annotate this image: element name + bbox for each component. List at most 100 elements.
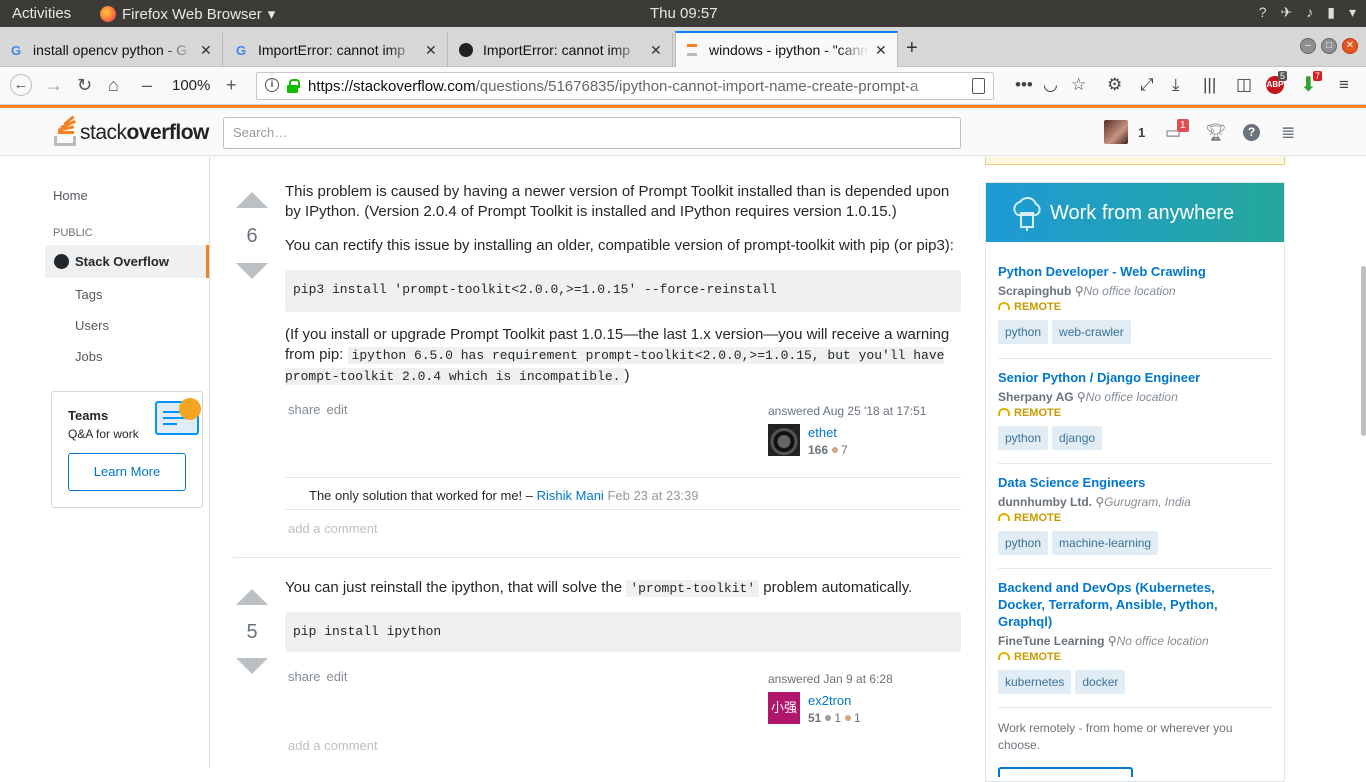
zoom-in-button[interactable]: + <box>226 76 237 94</box>
bookmark-star-icon[interactable]: ☆ <box>1071 76 1086 94</box>
system-tray[interactable]: ? ✈ ♪ ▮ ▾ <box>1259 4 1356 21</box>
stackoverflow-logo[interactable]: stackoverflow <box>54 115 210 146</box>
lock-icon[interactable] <box>287 79 300 93</box>
tag[interactable]: machine-learning <box>1052 531 1159 555</box>
jobs-header[interactable]: Work from anywhere <box>986 183 1284 242</box>
home-button[interactable]: ⌂ <box>108 76 119 94</box>
battery-icon[interactable]: ▮ <box>1327 4 1335 21</box>
tab-importerror-google[interactable]: G ImportError: cannot imp ✕ <box>225 33 448 67</box>
activities-button[interactable]: Activities <box>12 5 71 22</box>
nav-jobs[interactable]: Jobs <box>75 349 102 364</box>
tag[interactable]: python <box>998 531 1049 555</box>
airplane-mode-icon[interactable]: ✈ <box>1281 4 1293 21</box>
maximize-button[interactable]: □ <box>1321 38 1337 54</box>
avatar[interactable] <box>1104 120 1128 144</box>
close-window-button[interactable]: ✕ <box>1342 38 1358 54</box>
user-link[interactable]: ethet <box>808 425 837 440</box>
edit-link[interactable]: edit <box>327 669 348 684</box>
fullscreen-icon[interactable]: ⤢ <box>1140 76 1154 94</box>
tag[interactable]: python <box>998 320 1049 344</box>
remote-badge: REMOTE <box>998 407 1278 419</box>
pocket-icon[interactable]: ◡ <box>1043 76 1058 94</box>
edit-link[interactable]: edit <box>327 402 348 417</box>
tag[interactable]: kubernetes <box>998 670 1072 694</box>
tag[interactable]: web-crawler <box>1052 320 1131 344</box>
job-listing[interactable]: Backend and DevOps (Kubernetes, Docker, … <box>998 579 1238 694</box>
zoom-out-button[interactable]: – <box>142 76 152 94</box>
downvote-button[interactable] <box>236 658 268 674</box>
new-tab-button[interactable]: + <box>906 37 918 60</box>
cloud-icon <box>1013 197 1041 231</box>
achievements-trophy-icon[interactable]: 🏆︎ <box>1205 124 1227 141</box>
back-button[interactable]: ← <box>10 74 32 96</box>
wifi-icon <box>998 513 1010 521</box>
close-tab-icon[interactable]: ✕ <box>425 42 439 59</box>
job-title[interactable]: Senior Python / Django Engineer <box>998 369 1278 386</box>
settings-gear-icon[interactable]: ⚙ <box>1107 76 1122 94</box>
page-scrollbar-thumb[interactable] <box>1361 266 1366 436</box>
info-icon[interactable]: i <box>265 78 279 92</box>
downloads-icon[interactable]: ⤓ <box>1172 76 1180 94</box>
learn-more-button[interactable]: Learn More <box>68 453 186 491</box>
job-company: Sherpany AG ⚲No office location <box>998 390 1178 404</box>
zoom-level[interactable]: 100% <box>172 77 210 94</box>
share-link[interactable]: share <box>288 402 321 417</box>
close-tab-icon[interactable]: ✕ <box>875 42 889 59</box>
hamburger-menu-icon[interactable]: ≡ <box>1339 76 1349 94</box>
avatar[interactable]: 小强 <box>768 692 800 724</box>
url-text[interactable]: https://stackoverflow.com/questions/5167… <box>308 78 942 95</box>
user-link[interactable]: ex2tron <box>808 693 851 708</box>
job-listing[interactable]: Senior Python / Django Engineer Sherpany… <box>998 369 1278 450</box>
url-bar[interactable]: i https://stackoverflow.com/questions/51… <box>256 72 994 100</box>
tab-title: install opencv python - G <box>33 42 188 58</box>
answer-paragraph: You can just reinstall the ipython, that… <box>285 579 913 597</box>
share-link[interactable]: share <box>288 669 321 684</box>
add-comment-link[interactable]: add a comment <box>288 738 378 753</box>
close-tab-icon[interactable]: ✕ <box>650 42 664 59</box>
page-actions-icon[interactable]: ••• <box>1015 76 1033 94</box>
tab-stackoverflow-active[interactable]: windows - ipython - "cann ✕ <box>675 31 898 67</box>
reload-button[interactable]: ↻ <box>77 76 92 94</box>
library-icon[interactable]: ||| <box>1203 76 1216 94</box>
sidebar-icon[interactable]: ◫ <box>1236 76 1252 94</box>
tag[interactable]: docker <box>1075 670 1126 694</box>
tag[interactable]: django <box>1052 426 1103 450</box>
chevron-down-icon[interactable]: ▾ <box>1349 4 1356 21</box>
nav-home[interactable]: Home <box>53 188 88 203</box>
volume-icon[interactable]: ♪ <box>1306 4 1313 21</box>
close-tab-icon[interactable]: ✕ <box>200 42 214 59</box>
upvote-button[interactable] <box>236 589 268 605</box>
job-listing[interactable]: Data Science Engineers dunnhumby Ltd. ⚲G… <box>998 474 1278 555</box>
search-input[interactable]: Search… <box>223 117 961 149</box>
comment-user-link[interactable]: Rishik Mani <box>537 488 604 503</box>
job-listing[interactable]: Python Developer - Web Crawling Scraping… <box>998 263 1278 344</box>
upvote-button[interactable] <box>236 192 268 208</box>
chevron-down-icon: ▾ <box>267 6 276 23</box>
add-comment-link[interactable]: add a comment <box>288 521 378 536</box>
user-profile-link[interactable]: 1 <box>1104 120 1145 144</box>
nav-stack-overflow[interactable]: Stack Overflow <box>45 245 209 278</box>
help-icon[interactable]: ? <box>1243 124 1260 141</box>
minimize-button[interactable]: – <box>1300 38 1316 54</box>
tab-opencv[interactable]: G install opencv python - G ✕ <box>0 33 223 67</box>
jobs-footer-button[interactable] <box>998 767 1133 777</box>
divider <box>998 707 1272 708</box>
answered-timestamp: answered Aug 25 '18 at 17:51 <box>768 404 927 418</box>
app-menu[interactable]: Firefox Web Browser ▾ <box>100 5 275 23</box>
nav-users[interactable]: Users <box>75 318 109 333</box>
job-title[interactable]: Data Science Engineers <box>998 474 1278 491</box>
reader-view-icon[interactable] <box>972 78 985 94</box>
tag[interactable]: python <box>998 426 1049 450</box>
tab-importerror-github[interactable]: ImportError: cannot imp ✕ <box>450 33 673 67</box>
padlock-icon <box>179 398 201 420</box>
site-switcher-icon[interactable]: ≣ <box>1281 124 1295 141</box>
nav-tags[interactable]: Tags <box>75 287 102 302</box>
logo-text-overflow: overflow <box>126 121 210 144</box>
clock[interactable]: Thu 09:57 <box>650 5 718 22</box>
job-title[interactable]: Python Developer - Web Crawling <box>998 263 1278 280</box>
job-title[interactable]: Backend and DevOps (Kubernetes, Docker, … <box>998 579 1238 630</box>
avatar[interactable] <box>768 424 800 456</box>
forward-button[interactable]: → <box>45 76 63 94</box>
downvote-button[interactable] <box>236 263 268 279</box>
network-question-icon[interactable]: ? <box>1259 4 1267 21</box>
